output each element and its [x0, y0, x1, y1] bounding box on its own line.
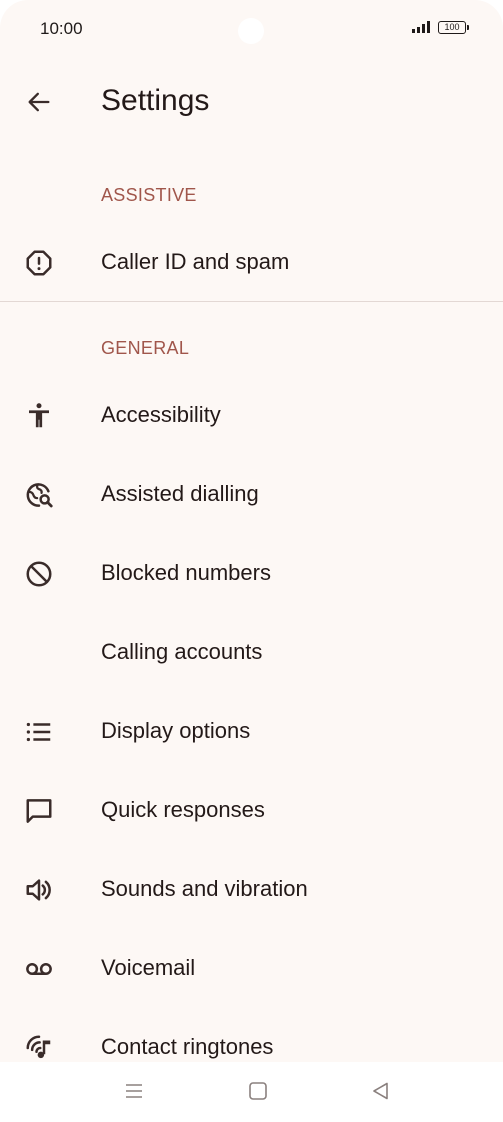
voicemail-icon [24, 954, 54, 984]
divider [0, 301, 503, 302]
settings-item-sounds-vibration[interactable]: Sounds and vibration [0, 854, 503, 924]
phone-screen: 10:00 100 Settings ASSISTIVE Caller ID a… [0, 0, 503, 1122]
status-time: 10:00 [40, 19, 83, 38]
page-title: Settings [101, 84, 210, 117]
menu-icon [126, 1084, 142, 1098]
settings-item-blocked-numbers[interactable]: Blocked numbers [0, 538, 503, 608]
globe-search-icon [24, 480, 54, 510]
block-icon [24, 559, 54, 589]
settings-item-accessibility[interactable]: Accessibility [0, 380, 503, 450]
settings-item-label: Calling accounts [101, 639, 263, 664]
settings-item-label: Blocked numbers [101, 560, 271, 585]
system-back-button[interactable] [364, 1076, 398, 1106]
settings-item-voicemail[interactable]: Voicemail [0, 933, 503, 1003]
status-bar: 10:00 100 [0, 0, 503, 56]
settings-item-quick-responses[interactable]: Quick responses [0, 775, 503, 845]
settings-item-assisted-dialling[interactable]: Assisted dialling [0, 459, 503, 529]
settings-item-calling-accounts[interactable]: Calling accounts [0, 617, 503, 687]
settings-item-label: Accessibility [101, 402, 221, 427]
settings-item-label: Voicemail [101, 955, 196, 980]
recent-apps-button[interactable] [117, 1076, 151, 1106]
home-icon [249, 1082, 267, 1100]
camera-cutout [238, 18, 264, 44]
battery-icon: 100 [438, 21, 469, 34]
chat-bubble-icon [24, 796, 54, 826]
settings-item-caller-id[interactable]: Caller ID and spam [0, 227, 503, 297]
settings-item-display-options[interactable]: Display options [0, 696, 503, 766]
ringtone-icon [24, 1033, 54, 1063]
settings-item-label: Assisted dialling [101, 481, 259, 506]
accessibility-icon [24, 401, 54, 431]
navigation-bar [0, 1062, 503, 1122]
back-button[interactable] [22, 85, 56, 119]
home-button[interactable] [241, 1076, 275, 1106]
settings-item-label: Quick responses [101, 797, 265, 822]
volume-icon [24, 875, 54, 905]
settings-item-label: Sounds and vibration [101, 876, 308, 901]
arrow-back-icon [28, 92, 50, 112]
section-header-general: GENERAL [101, 338, 190, 358]
settings-item-label: Caller ID and spam [101, 249, 290, 274]
triangle-back-icon [373, 1082, 388, 1100]
settings-item-label: Display options [101, 718, 251, 743]
spam-alert-icon [24, 248, 54, 278]
list-icon [24, 717, 54, 747]
battery-tip [467, 25, 469, 30]
signal-icon [412, 21, 430, 33]
section-header-assistive: ASSISTIVE [101, 185, 197, 205]
battery-level: 100 [444, 22, 460, 32]
